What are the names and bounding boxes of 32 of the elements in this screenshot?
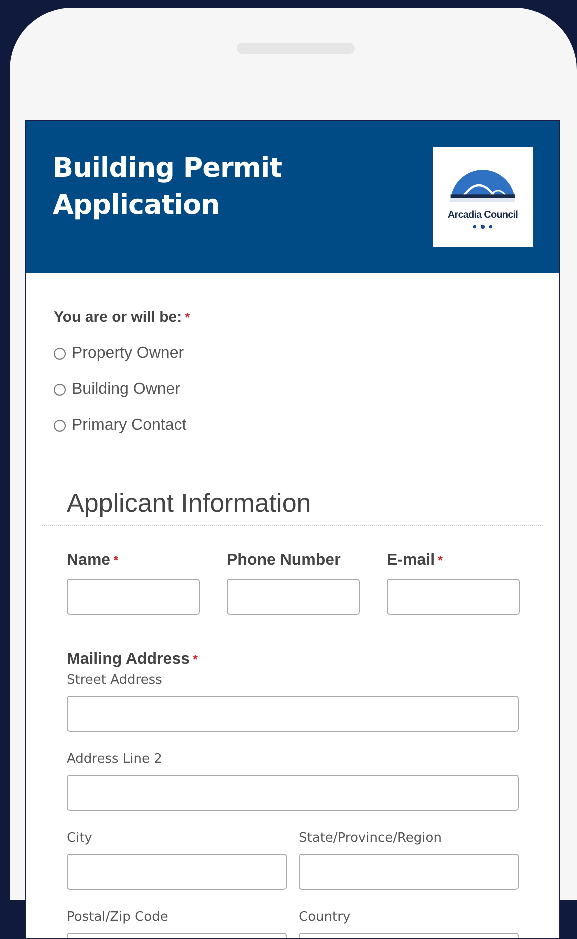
- input-field[interactable]: [387, 579, 520, 615]
- question-label: You are or will be:: [54, 309, 182, 326]
- radio-label[interactable]: Building Owner: [72, 381, 180, 399]
- logo-text: Arcadia Council: [448, 210, 518, 221]
- stars-icon: [471, 224, 495, 230]
- required-mark: *: [114, 553, 119, 568]
- field-label: Mailing Address: [67, 651, 190, 668]
- radio-label[interactable]: Property Owner: [72, 345, 184, 363]
- radio-button[interactable]: [54, 420, 66, 432]
- input-field[interactable]: [67, 854, 287, 890]
- input-field[interactable]: [67, 579, 200, 615]
- section-title: Applicant Information: [67, 488, 312, 519]
- field-label: E-mail: [387, 552, 436, 569]
- radio-button[interactable]: [54, 384, 66, 396]
- field-label: Name: [67, 552, 111, 569]
- field-label: Phone Number: [227, 552, 341, 569]
- input-field[interactable]: [299, 854, 519, 890]
- input-field[interactable]: [67, 696, 519, 732]
- field-label: Street Address: [67, 673, 164, 688]
- field-label: Address Line 2: [67, 752, 164, 767]
- radio-button[interactable]: [54, 348, 66, 360]
- input-field[interactable]: [227, 579, 360, 615]
- radio-label[interactable]: Primary Contact: [72, 417, 187, 435]
- form-title: Building Permit Application: [53, 152, 284, 223]
- field-label: Postal/Zip Code: [67, 910, 170, 925]
- required-mark: *: [438, 553, 444, 568]
- field-label: State/Province/Region: [299, 831, 443, 846]
- field-label: City: [67, 831, 94, 846]
- required-mark: *: [185, 310, 190, 325]
- input-field[interactable]: [67, 775, 519, 811]
- required-mark: *: [192, 652, 198, 667]
- field-label: Country: [299, 910, 352, 925]
